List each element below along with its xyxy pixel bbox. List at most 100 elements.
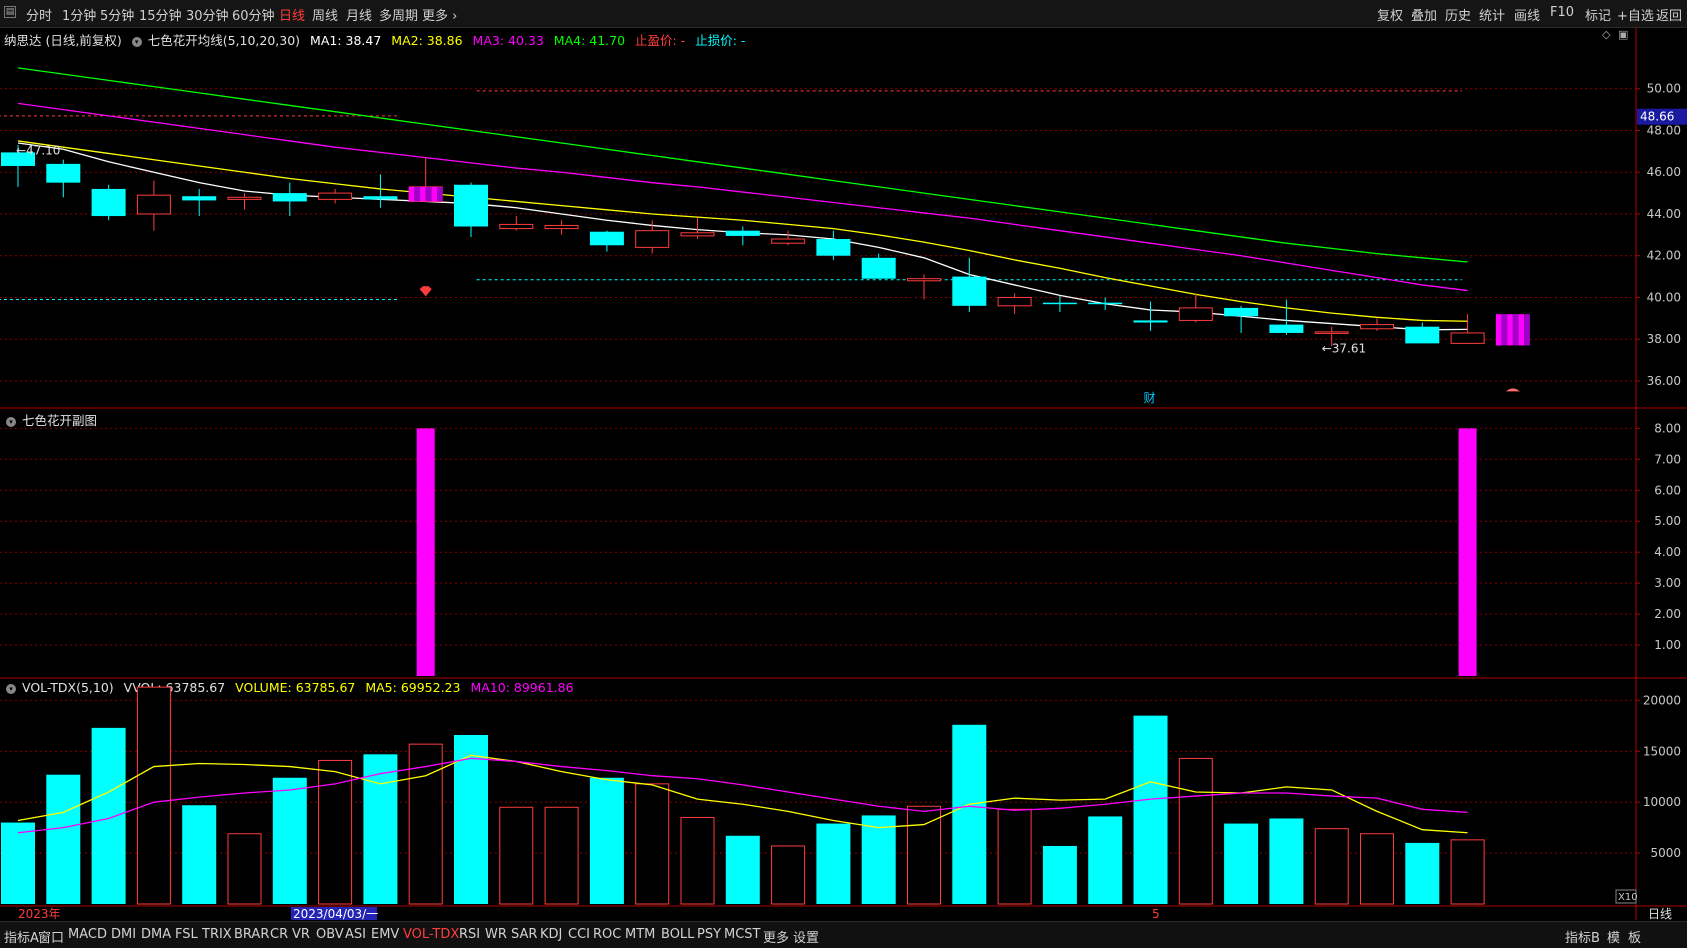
tab-11[interactable]: ASI: [345, 927, 366, 942]
tab-22[interactable]: PSY: [697, 927, 721, 942]
volume-bar: [1088, 816, 1123, 904]
tab-6[interactable]: 日线: [279, 5, 305, 24]
candle-body: [408, 186, 443, 202]
tab-15[interactable]: WR: [485, 927, 507, 942]
volume-tick-label: 10000: [1643, 795, 1681, 809]
tab-0[interactable]: 复权: [1377, 5, 1403, 24]
tab-6[interactable]: TRIX: [202, 927, 232, 942]
tab-10[interactable]: OBV: [316, 927, 344, 942]
candle-body: [499, 223, 534, 230]
volume-value: VOLUME: 63785.67: [235, 680, 356, 695]
candle-body: [725, 230, 760, 236]
tab-8[interactable]: 月线: [346, 5, 372, 24]
window-icon[interactable]: ▣: [1618, 28, 1628, 41]
tab-4[interactable]: DMA: [141, 927, 171, 942]
tab-24[interactable]: 更多: [763, 927, 789, 946]
tab-20[interactable]: MTM: [625, 927, 655, 942]
current-candle-stripe: [1512, 314, 1519, 346]
tab-4[interactable]: 画线: [1514, 5, 1540, 24]
tab-6[interactable]: 标记: [1585, 5, 1611, 24]
collapse-icon[interactable]: ▾: [131, 36, 142, 47]
tab-14[interactable]: RSI: [459, 927, 480, 942]
candle-body: [952, 276, 987, 306]
price-tick-label: 48.00: [1647, 123, 1681, 137]
tab-19[interactable]: ROC: [593, 927, 621, 942]
ma2-value: MA2: 38.86: [391, 33, 463, 48]
candle-body: [544, 224, 579, 230]
tab-8[interactable]: 返回: [1656, 5, 1682, 24]
tab-2[interactable]: MACD: [68, 927, 107, 942]
tab-5[interactable]: 60分钟: [232, 5, 275, 24]
volume-bar: [454, 734, 488, 904]
tab-12[interactable]: EMV: [371, 927, 399, 942]
ma1-line: [17, 142, 1468, 331]
candle-body: [454, 184, 488, 227]
volume-bar: [544, 806, 579, 905]
candle-body: [363, 196, 398, 200]
candle-body: [1088, 302, 1123, 305]
tab-5[interactable]: FSL: [175, 927, 198, 942]
tab-1[interactable]: 1分钟: [62, 5, 96, 24]
tab-1[interactable]: 模: [1607, 927, 1620, 946]
tab-2[interactable]: 5分钟: [100, 5, 134, 24]
chart-area[interactable]: ←47.10 ←37.61 财 X10 36.00 38.00 40.00 42.00 44…: [0, 0, 1687, 920]
tab-3[interactable]: 15分钟: [139, 5, 182, 24]
tab-7[interactable]: 周线: [312, 5, 338, 24]
tab-1[interactable]: 叠加: [1411, 5, 1437, 24]
tab-9[interactable]: VR: [292, 927, 310, 942]
tab-2[interactable]: 板: [1628, 927, 1641, 946]
sub-chart-title[interactable]: 七色花开副图: [22, 413, 97, 428]
tab-23[interactable]: MCST: [724, 927, 761, 942]
menu-icon[interactable]: ▤: [4, 6, 16, 18]
price-annotation: ←37.61: [1322, 341, 1366, 355]
tab-7[interactable]: +自选: [1617, 5, 1654, 24]
tab-10[interactable]: 更多 ›: [422, 5, 457, 24]
vvol-value: VVOL: 63785.67: [123, 680, 226, 695]
indicator-name[interactable]: 七色花开均线(5,10,20,30): [148, 33, 300, 48]
tab-7[interactable]: BRAR: [234, 927, 269, 942]
vol-indicator-name[interactable]: VOL-TDX(5,10): [22, 680, 114, 695]
signal-icon: [1505, 388, 1520, 392]
price-axis: 36.00 38.00 40.00 42.00 44.00 46.00 48.00 50.00…: [1636, 82, 1687, 860]
candle-body: [771, 238, 806, 244]
tab-9[interactable]: 多周期: [379, 5, 418, 24]
tab-0[interactable]: 指标B: [1565, 927, 1600, 946]
price-tick-label: 42.00: [1647, 249, 1681, 263]
tab-3[interactable]: DMI: [111, 927, 136, 942]
sub-chart: [0, 427, 1636, 676]
tab-17[interactable]: KDJ: [540, 927, 562, 942]
vol-ma5-line: [17, 754, 1468, 834]
period-label: 日线: [1648, 907, 1672, 920]
tab-4[interactable]: 30分钟: [186, 5, 229, 24]
tab-5[interactable]: F10: [1550, 5, 1574, 20]
candle-body: [136, 194, 171, 215]
flagged-candle-stripe: [437, 186, 443, 202]
tab-1[interactable]: 窗口: [38, 927, 64, 946]
tab-8[interactable]: CR: [270, 927, 288, 942]
period-toolbar: ▤ 分时 1分钟 5分钟 15分钟 30分钟 60分钟 日线 周线 月线 多周期 更多 › 复权 叠加…: [0, 0, 1687, 28]
tab-3[interactable]: 统计: [1479, 5, 1505, 24]
tab-0[interactable]: 分时: [26, 5, 52, 24]
stop-profit: 止盈价: -: [635, 33, 686, 48]
candle-body: [907, 278, 941, 282]
candle-body: [1133, 320, 1168, 323]
volume-bar: [1042, 845, 1077, 904]
date-highlight: 2023/04/03/一: [293, 907, 378, 920]
tab-0[interactable]: 指标A: [4, 927, 39, 946]
current-candle-stripe: [1518, 314, 1525, 346]
tab-16[interactable]: SAR: [511, 927, 537, 942]
tab-18[interactable]: CCI: [568, 927, 590, 942]
collapse-icon[interactable]: ▾: [6, 683, 16, 694]
tab-21[interactable]: BOLL: [661, 927, 694, 942]
chart-frame: [0, 27, 1687, 920]
collapse-icon[interactable]: ▾: [6, 416, 16, 427]
date-label-year: 2023年: [18, 907, 61, 920]
signal-tick-label: 6.00: [1654, 483, 1681, 497]
tab-13[interactable]: VOL-TDX: [403, 927, 459, 942]
flagged-candle-stripe: [420, 186, 426, 202]
tab-2[interactable]: 历史: [1445, 5, 1471, 24]
volume-bar: [318, 759, 353, 905]
tab-25[interactable]: 设置: [793, 927, 819, 946]
volume-bar: [272, 777, 307, 904]
diamond-icon[interactable]: ◇: [1602, 28, 1610, 41]
